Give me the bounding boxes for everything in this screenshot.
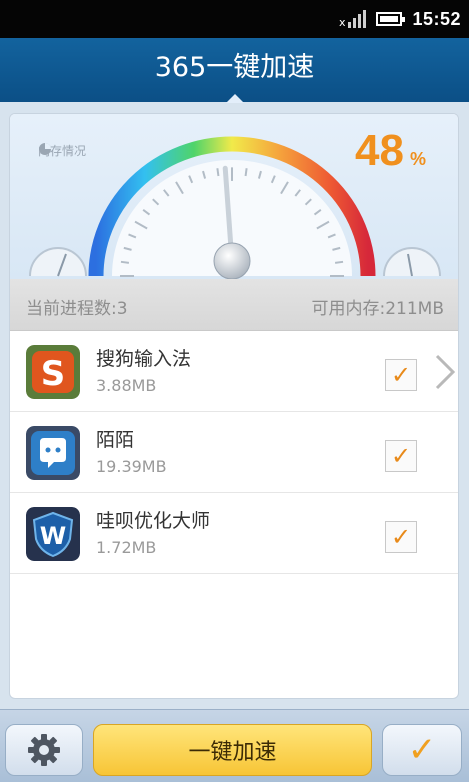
one-key-boost-button[interactable]: 一键加速 <box>93 724 372 776</box>
available-memory: 可用内存:211MB <box>311 299 444 319</box>
app-checkbox[interactable]: ✓ <box>385 521 417 553</box>
momo-icon <box>26 426 80 480</box>
left-dial <box>29 247 87 277</box>
gauge-tick <box>216 168 220 177</box>
app-checkbox[interactable]: ✓ <box>385 359 417 391</box>
status-time: 15:52 <box>412 8 461 29</box>
app-size: 3.88MB <box>96 376 157 395</box>
app-row-momo[interactable]: 陌陌 19.39MB ✓ <box>10 413 458 493</box>
main-panel: 内存情况 48% 当前进程数:3 可用内存:211MB S 搜狗输入法 3.88… <box>9 113 459 699</box>
confirm-button[interactable]: ✓ <box>382 724 462 776</box>
app-size: 19.39MB <box>96 457 167 476</box>
title-notch <box>226 94 244 103</box>
app-row-sogou[interactable]: S 搜狗输入法 3.88MB ✓ <box>10 332 458 412</box>
gear-icon <box>28 734 60 766</box>
app-checkbox[interactable]: ✓ <box>385 440 417 472</box>
app-size: 1.72MB <box>96 538 157 557</box>
process-count: 当前进程数:3 <box>26 299 128 319</box>
memory-percent: 48% <box>355 126 426 176</box>
gauge-hub <box>213 242 251 279</box>
page-title: 365一键加速 <box>154 52 315 83</box>
gauge-tick <box>120 260 130 264</box>
pie-chart-icon <box>39 143 51 155</box>
memory-gauge: 内存情况 48% <box>10 114 458 279</box>
app-name: 陌陌 <box>96 429 135 451</box>
process-stats: 当前进程数:3 可用内存:211MB <box>10 279 458 331</box>
app-name: 哇呗优化大师 <box>96 510 211 532</box>
gauge-tick <box>244 168 248 177</box>
wabei-shield-icon: W <box>26 507 80 561</box>
battery-icon <box>376 12 406 26</box>
sogou-icon: S <box>26 345 80 399</box>
chevron-right-icon[interactable] <box>432 352 458 392</box>
settings-button[interactable] <box>5 724 83 776</box>
gauge-tick <box>334 260 344 264</box>
bottom-toolbar: 一键加速 ✓ <box>0 709 469 782</box>
memory-percent-unit: % <box>409 149 426 169</box>
status-icons: x 15:52 <box>339 0 461 38</box>
svg-text:S: S <box>41 354 66 394</box>
memory-percent-value: 48 <box>355 126 404 175</box>
app-row-wabei[interactable]: W 哇呗优化大师 1.72MB ✓ <box>10 494 458 574</box>
title-bar: 365一键加速 <box>0 38 469 103</box>
signal-icon: x <box>339 10 367 28</box>
svg-text:W: W <box>40 522 66 550</box>
app-name: 搜狗输入法 <box>96 348 192 370</box>
memory-label: 内存情况 <box>38 142 86 159</box>
status-bar: x 15:52 <box>0 0 469 38</box>
